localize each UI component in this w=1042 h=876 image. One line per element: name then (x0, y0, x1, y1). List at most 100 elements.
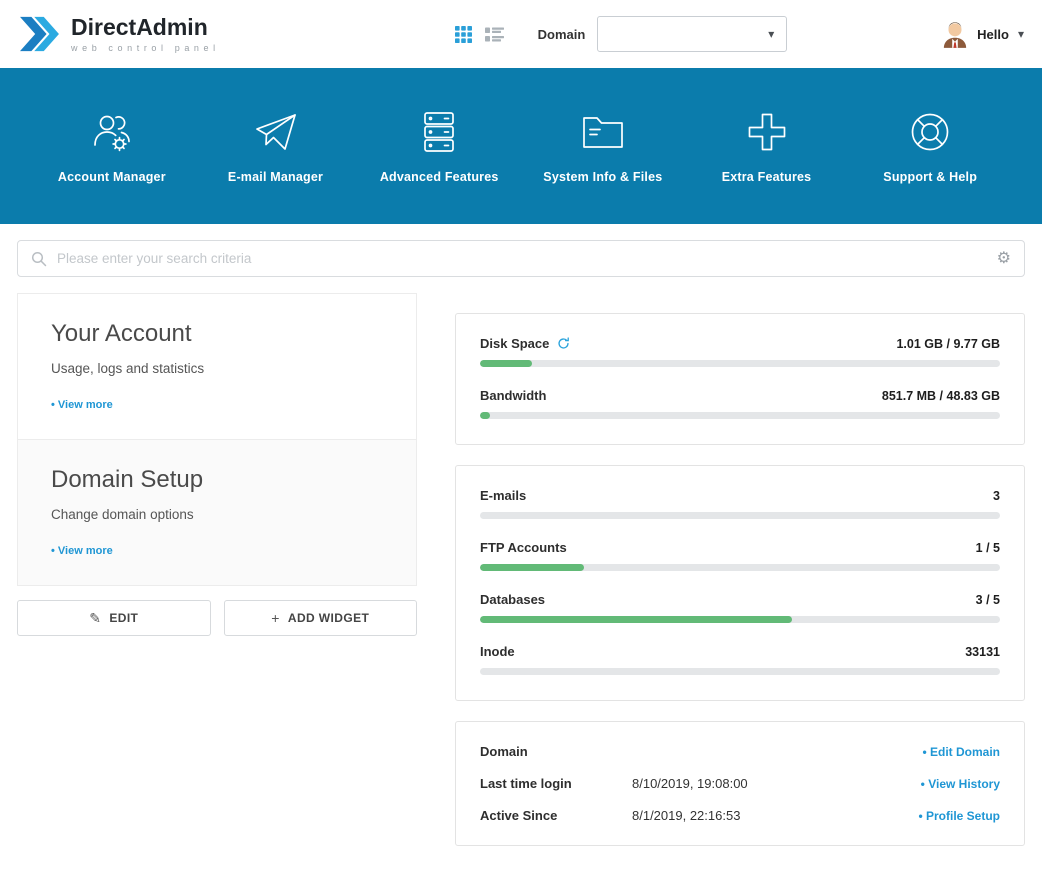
info-value: 8/1/2019, 22:16:53 (632, 808, 918, 823)
stats-card: E-mails 3 FTP Accounts 1 / 5 (455, 465, 1025, 701)
view-more-link[interactable]: • View more (51, 545, 113, 557)
info-row-last-login: Last time login 8/10/2019, 19:08:00 • Vi… (480, 776, 1000, 791)
stat-label: Databases (480, 592, 545, 607)
stat-value: 851.7 MB / 48.83 GB (882, 389, 1000, 403)
info-label: Active Since (480, 808, 632, 823)
stat-label: Disk Space (480, 336, 570, 351)
info-row-domain: Domain • Edit Domain (480, 744, 1000, 759)
stat-label: Bandwidth (480, 388, 546, 403)
main-content: Your Account Usage, logs and statistics … (0, 293, 1042, 876)
chevron-down-icon: ▾ (768, 28, 774, 40)
main-nav: Account Manager E-mail Manager Advanced … (0, 68, 1042, 224)
profile-setup-link[interactable]: • Profile Setup (918, 809, 1000, 823)
edit-domain-link[interactable]: • Edit Domain (922, 745, 1000, 759)
stat-label-text: Disk Space (480, 336, 549, 351)
stats-column: Disk Space 1.01 GB / 9.77 GB (455, 313, 1025, 846)
pencil-icon: ✎ (89, 610, 101, 627)
widget-domain-setup: Domain Setup Change domain options • Vie… (18, 439, 416, 585)
progress-track (480, 668, 1000, 675)
grid-view-icon[interactable] (455, 26, 472, 43)
stat-label-text: Bandwidth (480, 388, 546, 403)
nav-item-system-info-files[interactable]: System Info & Files (521, 68, 685, 224)
server-stack-icon (415, 108, 463, 156)
nav-item-account-manager[interactable]: Account Manager (30, 68, 194, 224)
stat-value: 33131 (965, 645, 1000, 659)
usage-card: Disk Space 1.01 GB / 9.77 GB (455, 313, 1025, 445)
widget-title: Your Account (51, 320, 383, 348)
plus-icon: + (271, 610, 280, 626)
header-center: Domain ▾ (300, 16, 942, 52)
edit-button-label: EDIT (109, 611, 138, 625)
search-input[interactable] (57, 251, 987, 266)
widget-subtitle: Change domain options (51, 507, 383, 522)
stat-row-emails: E-mails 3 (480, 488, 1000, 519)
greeting-label: Hello (977, 27, 1009, 42)
refresh-icon[interactable] (557, 337, 570, 350)
search-settings-gear-icon[interactable]: ⚙ (997, 251, 1011, 267)
top-header: DirectAdmin web control panel Domain (0, 0, 1042, 68)
account-info-card: Domain • Edit Domain Last time login 8/1… (455, 721, 1025, 846)
progress-track (480, 564, 1000, 571)
directadmin-logo-icon (18, 15, 60, 53)
search-icon (31, 251, 47, 267)
chevron-down-icon: ▾ (1018, 28, 1024, 40)
stat-row-disk-space: Disk Space 1.01 GB / 9.77 GB (480, 336, 1000, 367)
stat-label-text: E-mails (480, 488, 526, 503)
nav-item-label: Extra Features (722, 170, 812, 184)
nav-item-label: E-mail Manager (228, 170, 323, 184)
list-view-icon[interactable] (485, 27, 504, 42)
progress-track (480, 616, 1000, 623)
search-section: ⚙ (0, 224, 1042, 293)
stat-row-inode: Inode 33131 (480, 644, 1000, 675)
stat-label-text: Databases (480, 592, 545, 607)
view-more-link[interactable]: • View more (51, 399, 113, 411)
progress-fill (480, 360, 532, 367)
stat-label: Inode (480, 644, 515, 659)
domain-label: Domain (538, 27, 586, 42)
life-ring-icon (906, 108, 954, 156)
progress-fill (480, 564, 584, 571)
nav-item-advanced-features[interactable]: Advanced Features (357, 68, 521, 224)
nav-item-label: Support & Help (883, 170, 977, 184)
widget-actions: ✎ EDIT + ADD WIDGET (17, 600, 417, 636)
info-label: Last time login (480, 776, 632, 791)
stat-row-bandwidth: Bandwidth 851.7 MB / 48.83 GB (480, 388, 1000, 419)
stat-label-text: Inode (480, 644, 515, 659)
stat-value: 1 / 5 (976, 541, 1000, 555)
folder-files-icon (579, 108, 627, 156)
widget-title: Domain Setup (51, 466, 383, 494)
widgets-column: Your Account Usage, logs and statistics … (17, 293, 417, 636)
edit-button[interactable]: ✎ EDIT (17, 600, 211, 636)
widget-your-account: Your Account Usage, logs and statistics … (18, 294, 416, 439)
stat-value: 1.01 GB / 9.77 GB (896, 337, 1000, 351)
nav-item-extra-features[interactable]: Extra Features (685, 68, 849, 224)
progress-track (480, 360, 1000, 367)
stat-label-text: FTP Accounts (480, 540, 567, 555)
brand-logo[interactable]: DirectAdmin web control panel (18, 15, 220, 53)
paper-plane-icon (252, 108, 300, 156)
nav-item-label: System Info & Files (543, 170, 662, 184)
add-widget-button[interactable]: + ADD WIDGET (224, 600, 418, 636)
info-row-active-since: Active Since 8/1/2019, 22:16:53 • Profil… (480, 808, 1000, 823)
info-label: Domain (480, 744, 632, 759)
nav-item-email-manager[interactable]: E-mail Manager (194, 68, 358, 224)
stat-row-ftp-accounts: FTP Accounts 1 / 5 (480, 540, 1000, 571)
nav-item-support-help[interactable]: Support & Help (848, 68, 1012, 224)
widget-list: Your Account Usage, logs and statistics … (17, 293, 417, 586)
progress-track (480, 512, 1000, 519)
info-value: 8/10/2019, 19:08:00 (632, 776, 921, 791)
stat-value: 3 / 5 (976, 593, 1000, 607)
stat-label: FTP Accounts (480, 540, 567, 555)
stat-row-databases: Databases 3 / 5 (480, 592, 1000, 623)
view-history-link[interactable]: • View History (921, 777, 1000, 791)
brand-subtitle: web control panel (71, 43, 220, 53)
progress-fill (480, 616, 792, 623)
user-menu[interactable]: Hello ▾ (942, 20, 1024, 48)
brand-title: DirectAdmin (71, 16, 220, 39)
domain-select[interactable]: ▾ (597, 16, 787, 52)
nav-item-label: Advanced Features (380, 170, 499, 184)
search-bar: ⚙ (17, 240, 1025, 277)
add-widget-button-label: ADD WIDGET (288, 611, 369, 625)
stat-value: 3 (993, 489, 1000, 503)
progress-track (480, 412, 1000, 419)
